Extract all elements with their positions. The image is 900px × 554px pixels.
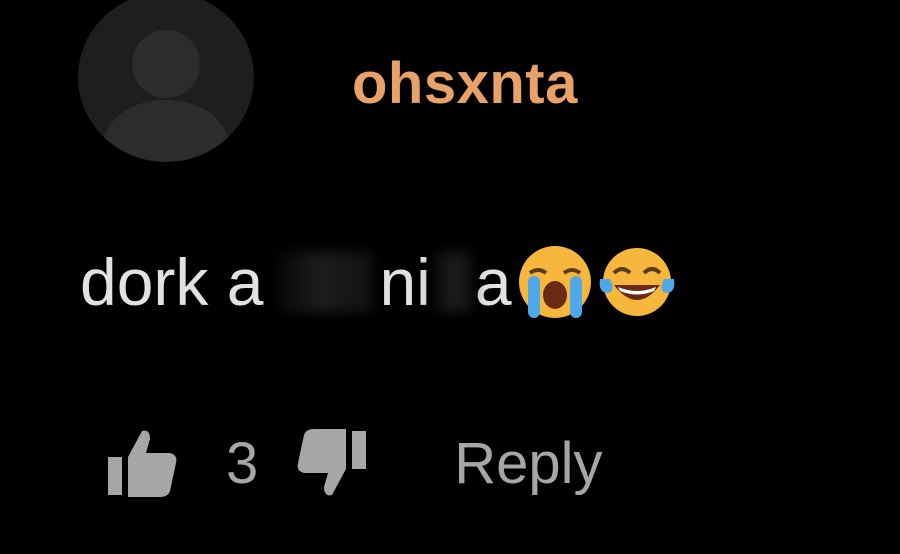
loudly-crying-face-icon bbox=[518, 246, 591, 318]
like-button[interactable] bbox=[100, 422, 182, 504]
blurred-text-region bbox=[432, 252, 473, 312]
comment-text-part: ni bbox=[379, 245, 431, 319]
comment-item: ohsxnta dork a ni a 3 Reply bbox=[0, 0, 900, 554]
thumbs-down-icon bbox=[297, 429, 367, 496]
comment-text-part: a bbox=[474, 245, 512, 319]
avatar[interactable] bbox=[78, 0, 254, 162]
comment-actions: 3 Reply bbox=[100, 418, 603, 508]
tears-of-joy-icon bbox=[599, 248, 674, 316]
like-count: 3 bbox=[226, 430, 259, 496]
blurred-text-region bbox=[277, 252, 374, 312]
comment-text-part: dork a bbox=[80, 245, 264, 319]
default-avatar-icon bbox=[98, 30, 234, 162]
reply-button[interactable]: Reply bbox=[454, 430, 602, 497]
dislike-button[interactable] bbox=[292, 422, 374, 504]
comment-username[interactable]: ohsxnta bbox=[352, 50, 578, 117]
thumbs-up-icon bbox=[108, 430, 177, 497]
comment-body: dork a ni a bbox=[80, 242, 676, 322]
